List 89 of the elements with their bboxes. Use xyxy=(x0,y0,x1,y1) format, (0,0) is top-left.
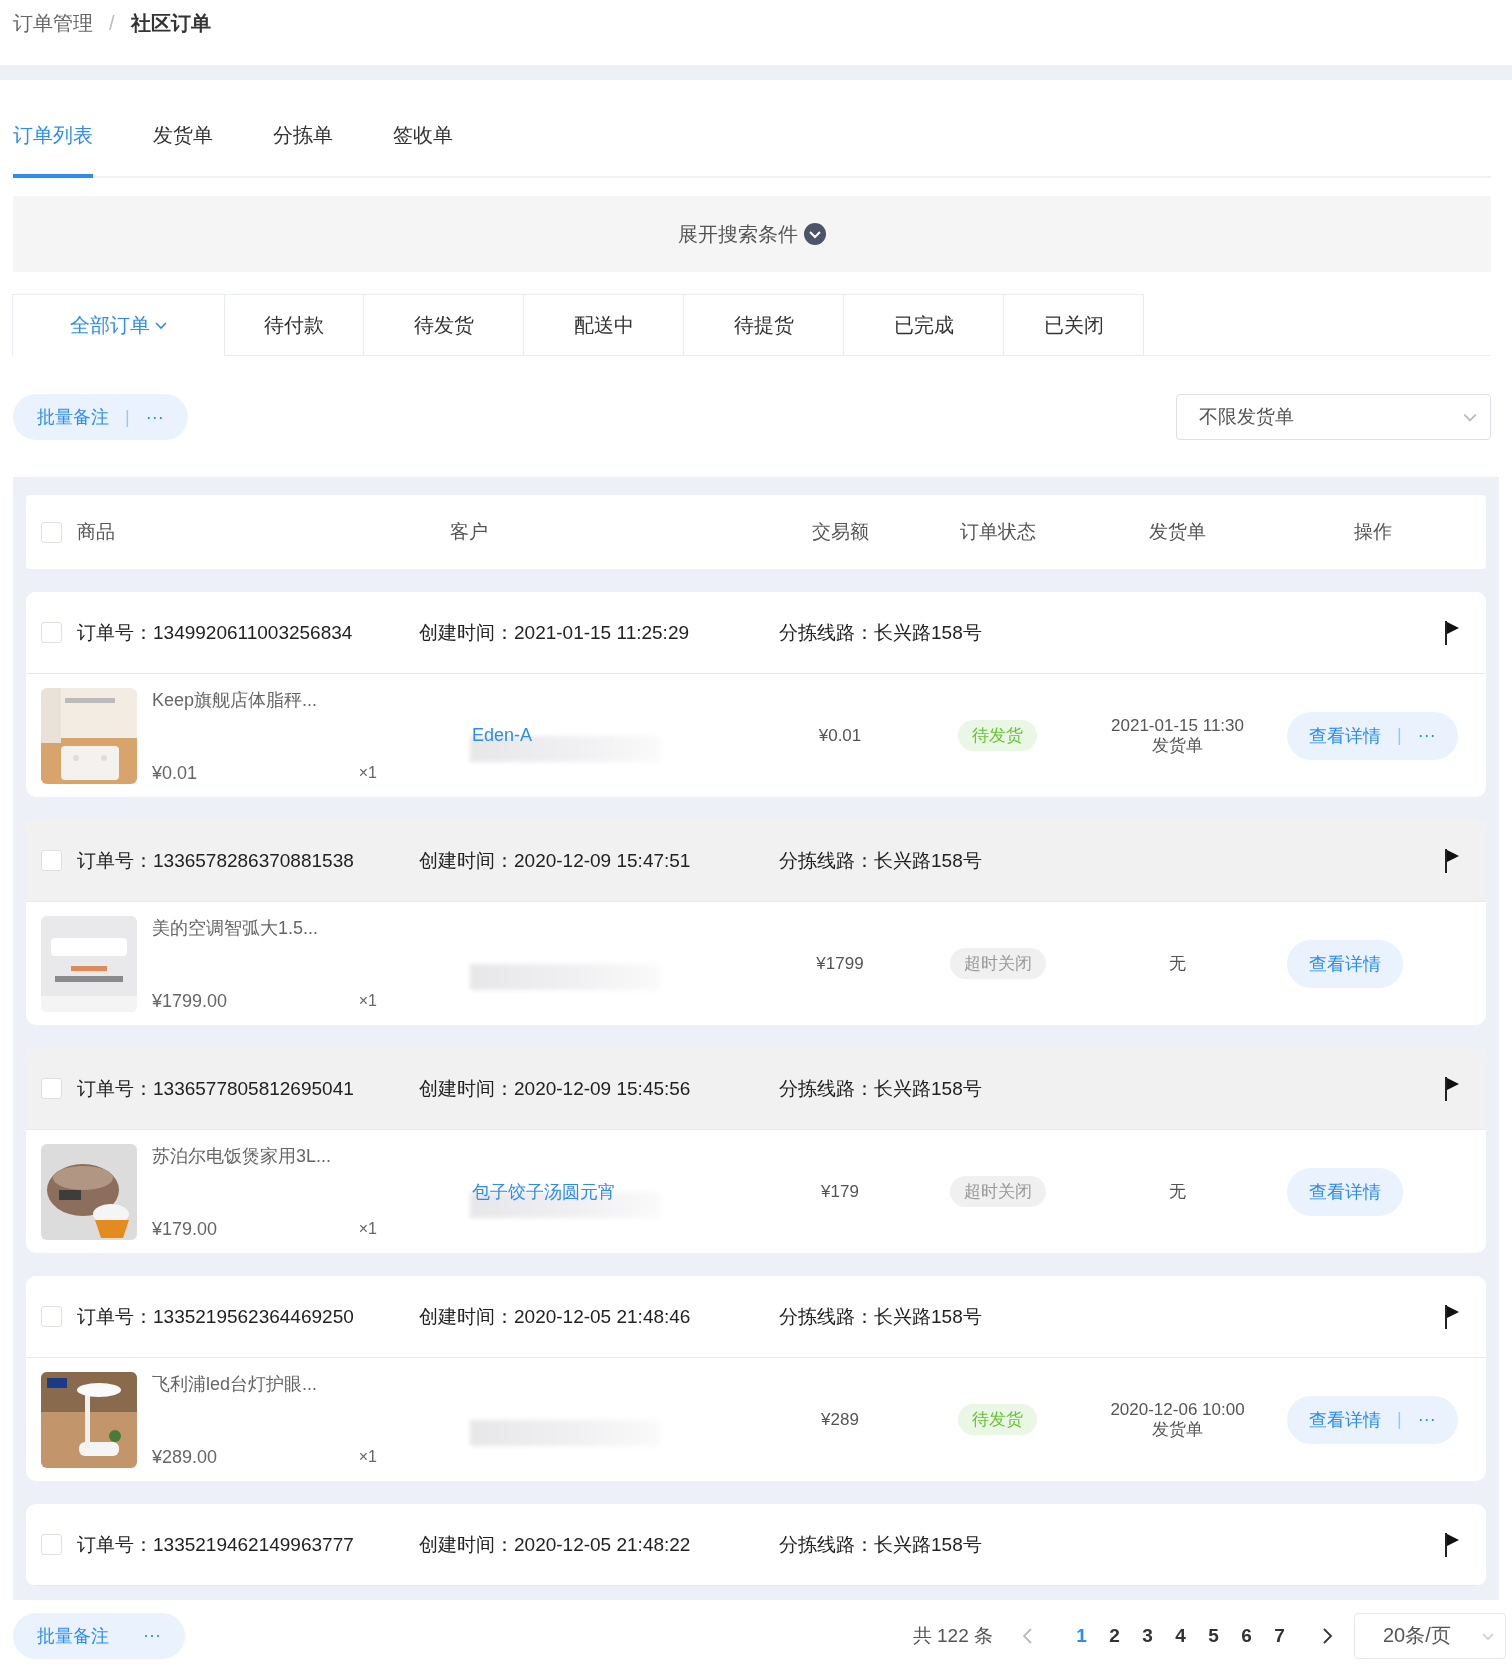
checkbox[interactable] xyxy=(41,1534,62,1555)
flag-icon[interactable] xyxy=(1444,847,1460,874)
product-price: ¥1799.00 xyxy=(152,990,228,1012)
page-number[interactable]: 2 xyxy=(1098,1624,1131,1647)
status-tab[interactable]: 待付款 xyxy=(224,294,364,356)
created-time: 创建时间：2020-12-09 15:45:56 xyxy=(419,1076,692,1101)
breadcrumb-separator: / xyxy=(109,12,115,35)
breadcrumb-item[interactable]: 订单管理 xyxy=(13,10,93,37)
quantity: ×1 xyxy=(358,992,377,1010)
shipment-label[interactable]: 发货单 xyxy=(1152,1419,1203,1440)
tab[interactable]: 订单列表 xyxy=(13,120,93,178)
quantity: ×1 xyxy=(358,1220,377,1238)
status-tab[interactable]: 全部订单 xyxy=(12,294,225,356)
created-time: 创建时间：2021-01-15 11:25:29 xyxy=(419,620,691,645)
checkbox[interactable] xyxy=(41,1078,62,1099)
status-badge: 超时关闭 xyxy=(949,947,1046,980)
amount: ¥0.01 xyxy=(818,725,862,746)
amount: ¥289 xyxy=(821,1409,859,1430)
order-number: 订单号：1336577805812695041 xyxy=(77,1076,355,1101)
status-tab[interactable]: 待提货 xyxy=(683,294,844,356)
order-number: 订单号：1335219462149963777 xyxy=(77,1532,355,1557)
created-time: 创建时间：2020-12-05 21:48:22 xyxy=(419,1532,692,1557)
sorting-route: 分拣线路：长兴路158号 xyxy=(779,1304,983,1329)
created-time: 创建时间：2020-12-05 21:48:46 xyxy=(419,1304,692,1329)
product-name[interactable]: 美的空调智弧大1.5... xyxy=(152,915,377,940)
page-number[interactable]: 1 xyxy=(1065,1624,1098,1647)
separator: | xyxy=(125,406,130,428)
page-number[interactable]: 4 xyxy=(1164,1624,1197,1647)
shipment-time: 2021-01-15 11:30 xyxy=(1111,715,1244,736)
status-badge: 待发货 xyxy=(958,719,1037,752)
product-price: ¥289.00 xyxy=(152,1446,218,1468)
status-tab[interactable]: 已关闭 xyxy=(1003,294,1144,356)
amount: ¥179 xyxy=(821,1181,859,1202)
flag-icon[interactable] xyxy=(1444,1075,1460,1102)
column-header: 客户 xyxy=(450,520,488,544)
tab[interactable]: 发货单 xyxy=(153,120,213,178)
column-header: 发货单 xyxy=(1149,520,1206,544)
sorting-route: 分拣线路：长兴路158号 xyxy=(779,620,983,645)
status-tab[interactable]: 配送中 xyxy=(523,294,684,356)
order-number: 订单号：1336578286370881538 xyxy=(77,848,355,873)
quantity: ×1 xyxy=(358,1448,377,1466)
checkbox[interactable] xyxy=(41,850,62,871)
sorting-route: 分拣线路：长兴路158号 xyxy=(779,848,983,873)
flag-icon[interactable] xyxy=(1444,619,1460,646)
order-number: 订单号：1349920611003256834 xyxy=(77,620,354,645)
total-count: 共 122 条 xyxy=(912,1623,993,1648)
status-tab[interactable]: 已完成 xyxy=(843,294,1004,356)
product-price: ¥179.00 xyxy=(152,1218,218,1240)
checkbox[interactable] xyxy=(41,1306,62,1327)
shipment-none: 无 xyxy=(1169,953,1186,974)
status-badge: 超时关闭 xyxy=(949,1175,1046,1208)
flag-icon[interactable] xyxy=(1444,1531,1460,1558)
column-header: 商品 xyxy=(77,520,115,544)
page-number[interactable]: 5 xyxy=(1197,1624,1230,1647)
column-header: 交易额 xyxy=(811,520,869,544)
shipment-filter-select[interactable]: 不限发货单 xyxy=(1176,394,1491,440)
breadcrumb-item: 社区订单 xyxy=(130,11,211,36)
column-header: 操作 xyxy=(1354,520,1392,544)
previous-page-icon[interactable] xyxy=(1021,1626,1035,1645)
shipment-none: 无 xyxy=(1169,1181,1186,1202)
chevron-down-icon xyxy=(804,223,826,245)
checkbox[interactable] xyxy=(41,622,62,643)
shipment-label[interactable]: 发货单 xyxy=(1152,735,1203,756)
separator: | xyxy=(1397,725,1402,746)
quantity: ×1 xyxy=(358,764,377,782)
search-toggle[interactable]: 展开搜索条件 xyxy=(13,196,1491,272)
column-header: 订单状态 xyxy=(959,520,1036,544)
separator: | xyxy=(1397,1409,1402,1430)
page-number[interactable]: 7 xyxy=(1263,1624,1296,1647)
tab[interactable]: 分拣单 xyxy=(273,120,333,178)
product-name[interactable]: Keep旗舰店体脂秤... xyxy=(152,687,377,712)
sorting-route: 分拣线路：长兴路158号 xyxy=(779,1532,983,1557)
page-number[interactable]: 3 xyxy=(1131,1624,1164,1647)
sorting-route: 分拣线路：长兴路158号 xyxy=(779,1076,983,1101)
created-time: 创建时间：2020-12-09 15:47:51 xyxy=(419,848,692,873)
page-number[interactable]: 6 xyxy=(1230,1624,1263,1647)
next-page-icon[interactable] xyxy=(1320,1626,1334,1645)
status-badge: 待发货 xyxy=(958,1403,1037,1436)
tab[interactable]: 签收单 xyxy=(393,120,453,178)
amount: ¥1799 xyxy=(816,953,864,974)
product-name[interactable]: 飞利浦led台灯护眼... xyxy=(152,1371,377,1396)
select-all-checkbox[interactable] xyxy=(41,521,62,543)
shipment-time: 2020-12-06 10:00 xyxy=(1110,1399,1245,1420)
flag-icon[interactable] xyxy=(1444,1303,1460,1330)
status-tab[interactable]: 待发货 xyxy=(363,294,524,356)
order-number: 订单号：1335219562364469250 xyxy=(77,1304,355,1329)
product-price: ¥0.01 xyxy=(152,762,198,784)
product-name[interactable]: 苏泊尔电饭煲家用3L... xyxy=(152,1143,377,1168)
page-size-select[interactable]: 20条/页 xyxy=(1354,1612,1506,1659)
